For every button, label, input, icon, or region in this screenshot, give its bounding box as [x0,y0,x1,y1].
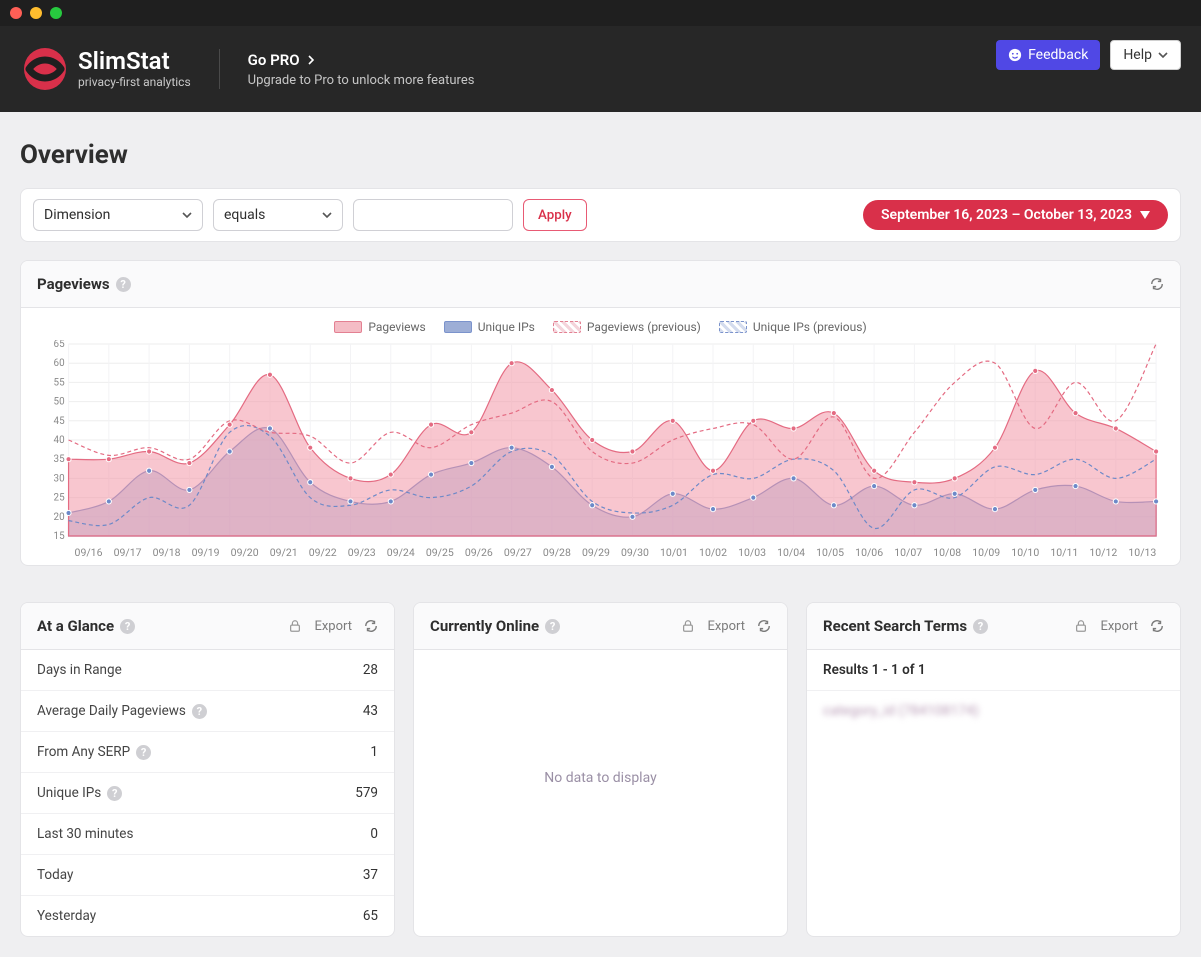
legend-item[interactable]: Pageviews [334,320,425,334]
svg-text:55: 55 [54,377,65,388]
help-icon[interactable]: ? [192,704,207,719]
promo[interactable]: Go PRO Upgrade to Pro to unlock more fea… [248,51,475,88]
lock-icon [681,619,695,633]
stat-row: Today37 [21,854,394,895]
refresh-button[interactable] [1150,277,1164,291]
search-term-row: category_id (784108174) [807,691,1180,731]
card-title: Pageviews [37,275,110,293]
recent-search-terms-card: Recent Search Terms ? Export Results 1 -… [806,602,1181,937]
at-a-glance-card: At a Glance ? Export Days in Range28Aver… [20,602,395,937]
stat-row: Yesterday65 [21,895,394,936]
export-button[interactable]: Export [1100,619,1138,634]
stat-row: Days in Range28 [21,650,394,690]
page-title: Overview [20,140,1181,170]
legend-item[interactable]: Pageviews (previous) [553,320,701,334]
refresh-button[interactable] [757,619,771,633]
filter-value-input[interactable] [353,199,513,231]
brand: SlimStat privacy-first analytics [24,48,191,90]
svg-text:40: 40 [54,435,65,446]
help-icon[interactable]: ? [136,745,151,760]
chart-xaxis: 09/1609/1709/1809/1909/2009/2109/2209/23… [39,540,1162,559]
card-title: Recent Search Terms [823,617,967,635]
svg-text:20: 20 [54,512,65,523]
filter-bar: Dimension equals Apply September 16, 202… [20,188,1181,242]
date-range-picker[interactable]: September 16, 2023 – October 13, 2023 [863,200,1168,230]
separator [219,49,220,89]
results-count: Results 1 - 1 of 1 [807,650,1180,691]
help-icon[interactable]: ? [973,619,988,634]
help-icon[interactable]: ? [107,786,122,801]
empty-state: No data to display [414,650,787,906]
zoom-window-dot[interactable] [50,7,62,19]
help-icon[interactable]: ? [545,619,560,634]
refresh-button[interactable] [1150,619,1164,633]
apply-button[interactable]: Apply [523,199,587,231]
svg-text:65: 65 [54,340,65,350]
refresh-button[interactable] [364,619,378,633]
help-button[interactable]: Help [1110,40,1181,70]
chevron-down-icon [1158,50,1168,60]
refresh-icon [1150,277,1164,291]
chart-legend: Pageviews Unique IPs Pageviews (previous) U… [39,320,1162,334]
help-icon[interactable]: ? [120,619,135,634]
refresh-icon [757,619,771,633]
close-window-dot[interactable] [10,7,22,19]
legend-item[interactable]: Unique IPs [444,320,535,334]
pageviews-card: Pageviews ? PageviewsUnique IPsPageviews… [20,260,1181,566]
feedback-button[interactable]: Feedback [996,40,1100,70]
brand-logo-icon [24,48,66,90]
promo-title: Go PRO [248,51,300,69]
smile-icon [1008,48,1022,62]
promo-subtitle: Upgrade to Pro to unlock more features [248,73,475,88]
currently-online-card: Currently Online ? Export No data to dis… [413,602,788,937]
chevron-right-icon [306,55,316,65]
topbar: SlimStat privacy-first analytics Go PRO … [0,26,1201,112]
chevron-down-icon [182,210,192,220]
refresh-icon [1150,619,1164,633]
export-button[interactable]: Export [314,619,352,634]
svg-text:45: 45 [54,416,65,427]
stat-row: From Any SERP?1 [21,731,394,772]
minimize-window-dot[interactable] [30,7,42,19]
stat-row: Unique IPs?579 [21,772,394,813]
card-title: Currently Online [430,617,539,635]
chevron-down-icon [322,210,332,220]
svg-text:60: 60 [54,358,65,369]
svg-text:25: 25 [54,493,65,504]
brand-name: SlimStat [78,49,191,73]
stat-row: Average Daily Pageviews?43 [21,690,394,731]
svg-text:50: 50 [54,397,65,408]
window-chrome [0,0,1201,26]
card-title: At a Glance [37,617,114,635]
refresh-icon [364,619,378,633]
export-button[interactable]: Export [707,619,745,634]
pageviews-chart[interactable]: 15 20 25 30 35 40 45 50 55 60 65 [39,340,1162,540]
stat-row: Last 30 minutes0 [21,813,394,854]
lock-icon [1074,619,1088,633]
caret-down-icon [1140,211,1150,219]
svg-text:30: 30 [54,473,65,484]
svg-text:35: 35 [54,454,65,465]
dimension-select[interactable]: Dimension [33,199,203,231]
help-icon[interactable]: ? [116,277,131,292]
operator-select[interactable]: equals [213,199,343,231]
legend-item[interactable]: Unique IPs (previous) [719,320,867,334]
lock-icon [288,619,302,633]
svg-text:15: 15 [54,531,65,540]
brand-tagline: privacy-first analytics [78,75,191,89]
